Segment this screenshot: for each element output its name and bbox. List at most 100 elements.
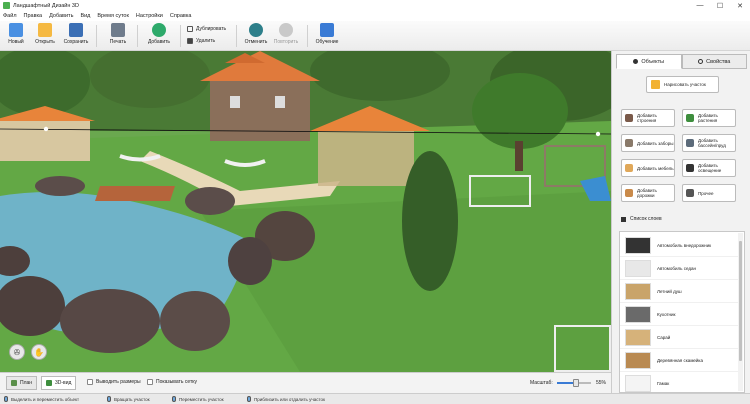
learn-button[interactable]: Обучение [313, 23, 341, 45]
status-bar: Выделить и переместить объект Вращать уч… [0, 393, 750, 404]
hint-label: Приблизить или отдалить участок [254, 396, 325, 402]
tab-properties[interactable]: Свойства [681, 54, 747, 69]
suv-thumbnail [625, 236, 651, 254]
layers-title-label: Список слоев [630, 216, 662, 222]
layers-scrollbar[interactable] [738, 233, 743, 391]
list-item[interactable]: Деревянная скамейка [620, 349, 738, 372]
list-item[interactable]: Летний душ [620, 280, 738, 303]
save-button[interactable]: Сохранить [62, 23, 90, 45]
path-icon [625, 189, 633, 197]
misc-icon [686, 189, 694, 197]
undo-button[interactable]: Отменить [242, 23, 270, 45]
checkbox-box [87, 379, 93, 385]
zoom-slider[interactable] [557, 379, 591, 387]
add-buildings-button[interactable]: Добавить строения [621, 109, 675, 127]
show-sizes-label: Выводить размеры [96, 379, 141, 385]
minimize-button[interactable]: — [690, 0, 710, 11]
toolbar-divider [307, 25, 308, 47]
new-button[interactable]: Новый [2, 23, 30, 45]
app-icon [3, 2, 10, 9]
open-label: Открыть [35, 39, 55, 45]
delete-button[interactable]: Удалить [187, 38, 215, 44]
menu-time-of-day[interactable]: Время суток [97, 13, 129, 19]
menu-file[interactable]: Файл [3, 13, 17, 19]
hint-label: Вращать участок [114, 396, 150, 402]
print-button[interactable]: Печать [104, 23, 132, 45]
menu-edit[interactable]: Правка [24, 13, 43, 19]
menu-help[interactable]: Справка [170, 13, 192, 19]
objects-icon [633, 59, 639, 64]
list-item[interactable]: Автомобиль внедорожник [620, 234, 738, 257]
add-plants-button[interactable]: Добавить растения [682, 109, 736, 127]
tab-3d-view[interactable]: 3D-вид [41, 376, 77, 390]
show-grid-checkbox[interactable]: Показывать сетку [147, 379, 197, 385]
add-paths-label: Добавить дорожки [637, 188, 657, 198]
delete-label: Удалить [196, 38, 216, 44]
add-paths-button[interactable]: Добавить дорожки [621, 184, 675, 202]
list-item[interactable]: Кухотник [620, 303, 738, 326]
fence-icon [625, 139, 633, 147]
rotate-view-button[interactable]: ✇ [9, 344, 25, 360]
pencil-icon [651, 80, 660, 89]
other-button[interactable]: Прочее [682, 184, 736, 202]
open-button[interactable]: Открыть [31, 23, 59, 45]
list-item[interactable]: Гамак [620, 372, 738, 392]
add-buildings-label: Добавить строения [637, 113, 657, 123]
panel-tabs: Объекты Свойства [616, 54, 747, 69]
other-label: Прочее [698, 190, 714, 196]
list-item[interactable]: Сарай [620, 326, 738, 349]
menu-view[interactable]: Вид [80, 13, 90, 19]
show-sizes-checkbox[interactable]: Выводить размеры [87, 379, 141, 385]
tree-icon [686, 114, 694, 122]
toolbar-divider [236, 25, 237, 47]
add-pool-label: Добавить бассейн/пруд [698, 138, 726, 148]
redo-button[interactable]: Повторить [272, 23, 300, 45]
add-fences-label: Добавить заборы [637, 140, 674, 146]
objects-panel: Объекты Свойства Нарисовать участок Доба… [611, 51, 750, 393]
add-lighting-button[interactable]: Добавить освещение [682, 159, 736, 177]
redo-label: Повторить [273, 39, 299, 45]
bench-thumbnail [625, 351, 651, 369]
add-furniture-label: Добавить мебель [637, 165, 674, 171]
close-button[interactable]: ✕ [730, 0, 750, 11]
print-label: Печать [109, 39, 127, 45]
draw-area-label: Нарисовать участок [664, 82, 706, 87]
layer-name: Автомобиль седан [657, 265, 696, 271]
add-pool-button[interactable]: Добавить бассейн/пруд [682, 134, 736, 152]
hint-select: Выделить и переместить объект [4, 396, 79, 402]
tab-objects[interactable]: Объекты [616, 54, 682, 69]
duplicate-button[interactable]: Дублировать [187, 26, 226, 32]
tab-plan[interactable]: План [6, 376, 38, 390]
toolbar-divider [180, 25, 181, 47]
menu-bar: Файл Правка Добавить Вид Время суток Нас… [0, 11, 750, 21]
add-furniture-button[interactable]: Добавить мебель [621, 159, 675, 177]
tab-properties-label: Свойства [706, 58, 731, 65]
pan-view-button[interactable]: ✋ [31, 344, 47, 360]
layer-name: Автомобиль внедорожник [657, 242, 712, 248]
printer-icon [111, 23, 125, 37]
add-fences-button[interactable]: Добавить заборы [621, 134, 675, 152]
zoom-slider-handle[interactable] [572, 379, 579, 387]
add-button[interactable]: Добавить [145, 23, 173, 45]
hint-rotate: Вращать участок [107, 396, 150, 402]
mouse-left-icon [4, 396, 8, 402]
book-icon [320, 23, 334, 37]
menu-add[interactable]: Добавить [49, 13, 73, 19]
learn-label: Обучение [315, 39, 339, 45]
list-item[interactable]: Автомобиль седан [620, 257, 738, 280]
3d-scene-viewport[interactable]: ✇ ✋ [0, 51, 611, 372]
draw-area-button[interactable]: Нарисовать участок [646, 76, 719, 93]
menu-settings[interactable]: Настройки [136, 13, 163, 19]
view-bar: План 3D-вид Выводить размеры Показывать … [0, 372, 611, 393]
maximize-button[interactable]: ☐ [710, 0, 730, 11]
layers-heading: Список слоев [621, 216, 662, 222]
layer-name: Деревянная скамейка [657, 357, 703, 363]
redo-icon [279, 23, 293, 37]
trash-icon [187, 38, 193, 44]
plus-icon [152, 23, 166, 37]
gear-icon [698, 59, 704, 64]
new-label: Новый [8, 39, 24, 45]
hammock-thumbnail [625, 374, 651, 392]
layers-list[interactable]: Автомобиль внедорожник Автомобиль седан … [619, 231, 745, 393]
scrollbar-thumb[interactable] [739, 241, 742, 361]
